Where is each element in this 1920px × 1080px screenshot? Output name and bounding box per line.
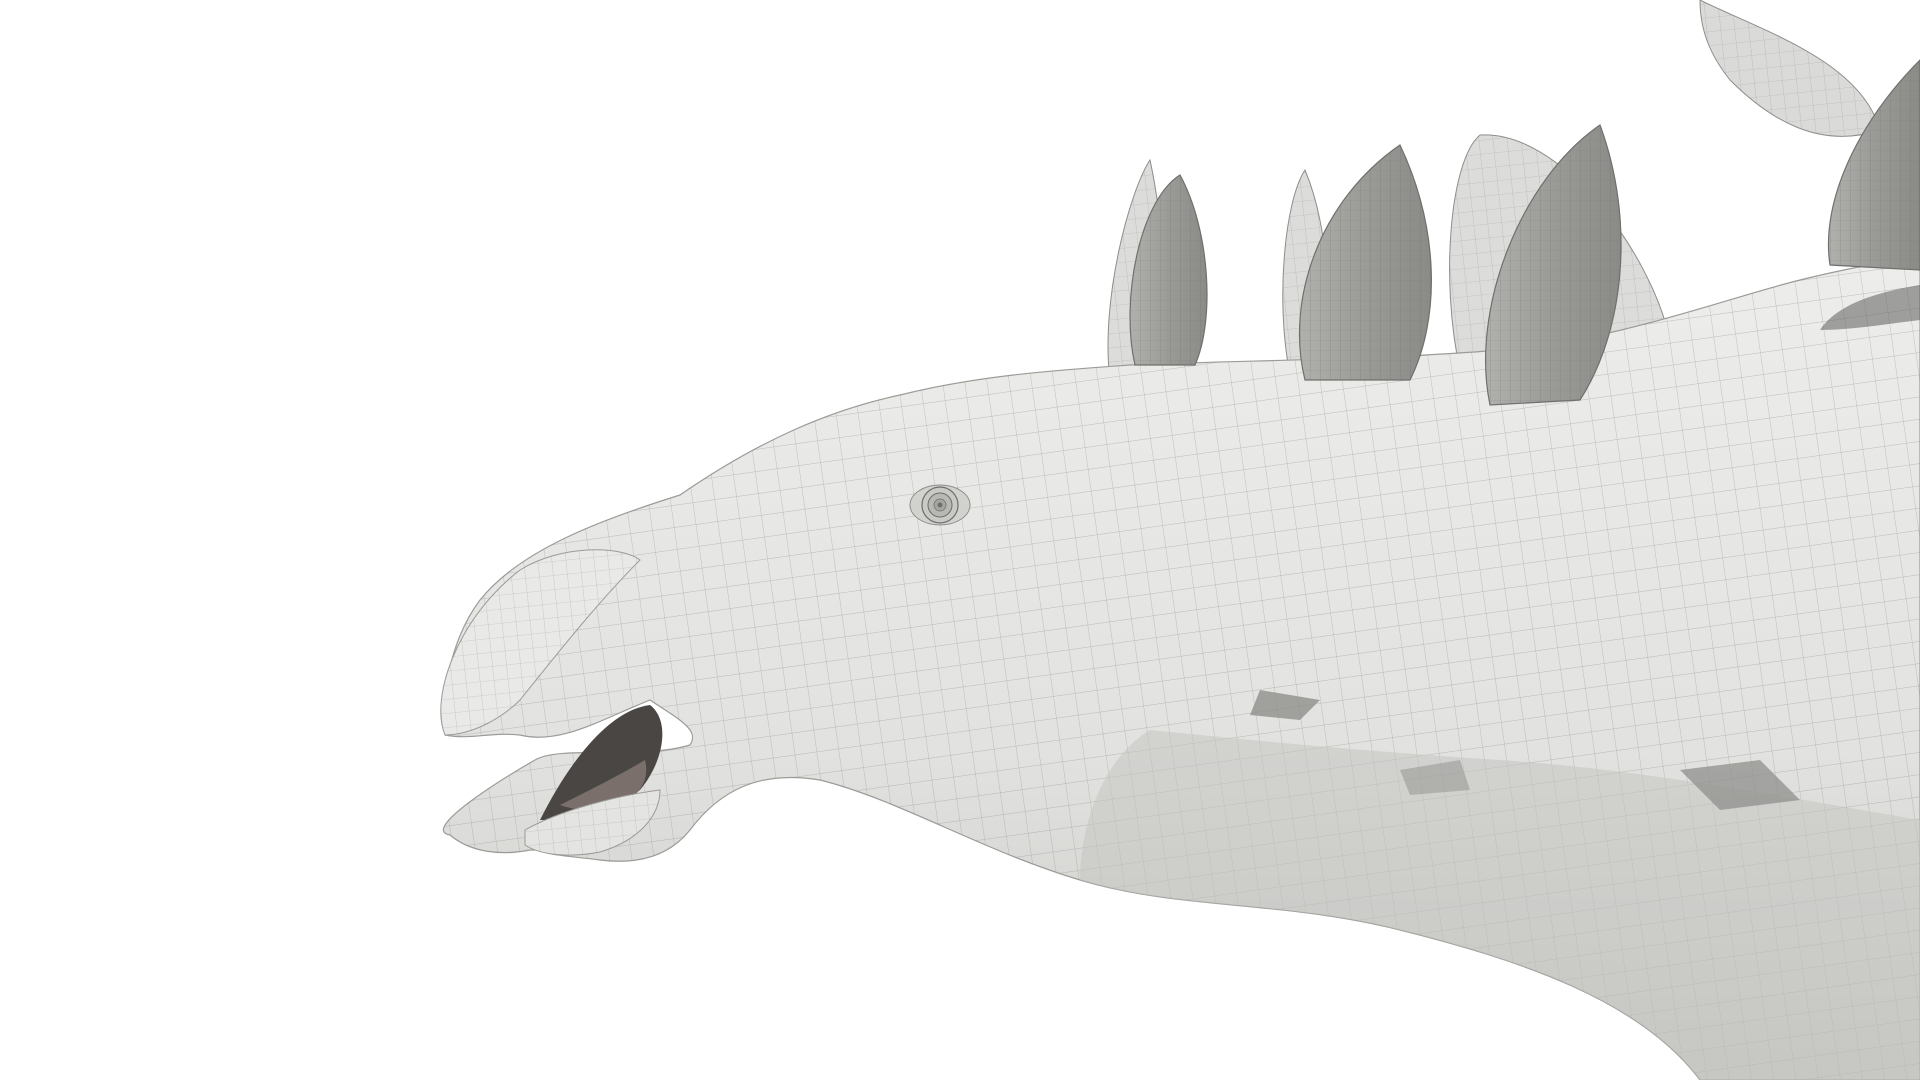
eye — [909, 484, 971, 526]
render-viewport — [0, 0, 1920, 1080]
head-and-neck — [442, 254, 1920, 1080]
stegosaurus-wireframe-render — [440, 0, 1920, 1080]
